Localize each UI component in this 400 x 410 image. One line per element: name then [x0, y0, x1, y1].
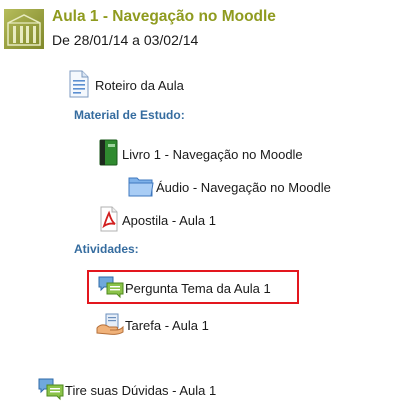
- pdf-icon: [98, 206, 120, 235]
- course-title: Aula 1 - Navegação no Moodle: [52, 8, 276, 25]
- activity-label: Tire suas Dúvidas - Aula 1: [65, 383, 217, 398]
- course-dates: De 28/01/14 a 03/02/14: [52, 32, 199, 48]
- activity-label: Apostila - Aula 1: [122, 213, 216, 228]
- section-activities: Atividades:: [74, 242, 139, 256]
- activity-pergunta-tema[interactable]: Pergunta Tema da Aula 1: [98, 275, 271, 302]
- activity-label: Áudio - Navegação no Moodle: [156, 180, 331, 195]
- activity-tire-suas-duvidas[interactable]: Tire suas Dúvidas - Aula 1: [38, 377, 216, 404]
- activity-label: Roteiro da Aula: [95, 78, 184, 93]
- forum-icon: [98, 275, 124, 302]
- section-study-material: Material de Estudo:: [74, 108, 185, 122]
- activity-roteiro-da-aula[interactable]: Roteiro da Aula: [67, 70, 184, 101]
- activity-apostila[interactable]: Apostila - Aula 1: [98, 206, 216, 235]
- activity-tarefa[interactable]: Tarefa - Aula 1: [96, 312, 209, 339]
- forum-icon: [38, 377, 64, 404]
- assignment-icon: [96, 312, 124, 339]
- course-topic-icon: [4, 9, 44, 49]
- folder-icon: [128, 174, 154, 201]
- activity-label: Pergunta Tema da Aula 1: [125, 281, 271, 296]
- activity-label: Tarefa - Aula 1: [125, 318, 209, 333]
- activity-label: Livro 1 - Navegação no Moodle: [122, 147, 303, 162]
- book-icon: [98, 139, 120, 170]
- page-icon: [67, 70, 91, 101]
- activity-audio[interactable]: Áudio - Navegação no Moodle: [128, 174, 331, 201]
- activity-livro-1[interactable]: Livro 1 - Navegação no Moodle: [98, 139, 303, 170]
